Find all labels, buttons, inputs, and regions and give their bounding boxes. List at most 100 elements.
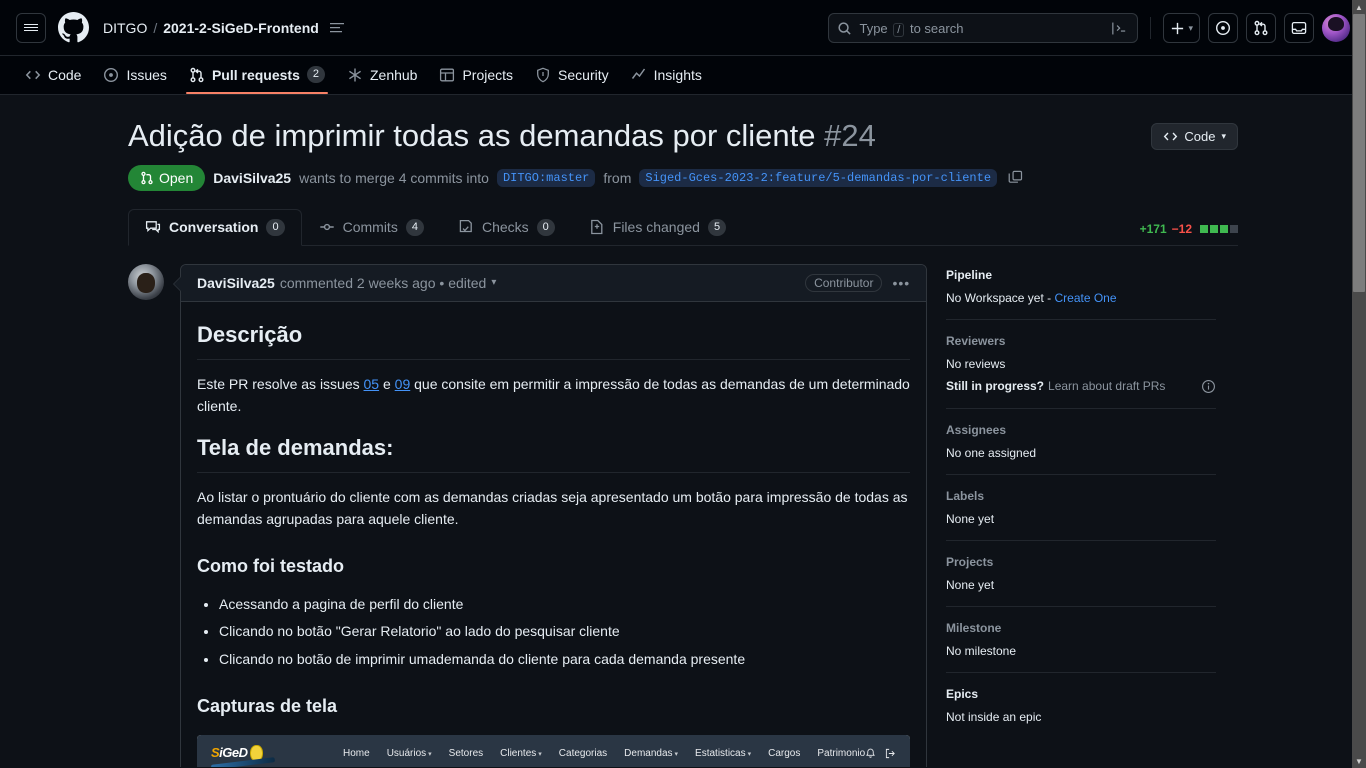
- breadcrumb-owner[interactable]: DITGO: [103, 20, 147, 36]
- breadcrumb: DITGO / 2021-2-SiGeD-Frontend: [103, 20, 345, 36]
- list-icon[interactable]: [329, 20, 345, 36]
- chevron-down-icon[interactable]: ▾: [491, 277, 496, 288]
- base-branch-chip[interactable]: DITGO:master: [496, 168, 596, 187]
- embedded-screenshot[interactable]: SiGeD Home Usuários▾ Setores Clientes▾: [197, 734, 911, 767]
- inbox-button[interactable]: [1284, 13, 1314, 43]
- tab-code[interactable]: Code: [16, 61, 90, 94]
- search-input[interactable]: Type / to search: [828, 13, 1139, 43]
- avatar[interactable]: [1322, 14, 1350, 42]
- hamburger-icon[interactable]: [16, 12, 46, 43]
- embedded-nav-home[interactable]: Home: [343, 746, 370, 762]
- embedded-nav-cargos[interactable]: Cargos: [768, 746, 800, 762]
- tab-security-label: Security: [558, 67, 609, 83]
- copy-icon[interactable]: [1008, 170, 1023, 185]
- embedded-nav-patrimonio[interactable]: Patrimonio: [817, 746, 865, 762]
- draft-pr-hint: Still in progress?: [946, 379, 1045, 394]
- sidebar-title-epics: Epics: [946, 686, 979, 701]
- tab-checks-count: 0: [536, 218, 555, 236]
- status-badge-label: Open: [159, 169, 194, 186]
- sidebar-title-reviewers[interactable]: Reviewers: [946, 334, 1216, 348]
- create-new-button[interactable]: ▾: [1163, 13, 1200, 43]
- embedded-nav-demandas[interactable]: Demandas ▾: [624, 746, 678, 762]
- breadcrumb-separator: /: [153, 19, 158, 36]
- code-button[interactable]: Code ▾: [1151, 123, 1238, 150]
- issue-link-09[interactable]: 09: [395, 376, 411, 392]
- paragraph-descricao: Este PR resolve as issues 05 e 09 que co…: [197, 375, 910, 414]
- github-logo-icon[interactable]: [58, 12, 89, 43]
- tab-files-changed-count: 5: [707, 218, 727, 236]
- section-heading-tela-demandas: Tela de demandas:: [197, 431, 911, 474]
- scrollbar-up-arrow[interactable]: ▲: [1352, 0, 1366, 14]
- comment-author-avatar[interactable]: [128, 263, 164, 300]
- embedded-nav-usuarios[interactable]: Usuários ▾: [387, 746, 432, 762]
- bell-icon[interactable]: [865, 748, 876, 759]
- test-steps-list: Acessando a pagina de perfil do cliente …: [219, 594, 910, 671]
- comment-timestamp[interactable]: 2 weeks ago: [357, 275, 436, 291]
- tab-files-changed[interactable]: Files changed 5: [572, 209, 743, 246]
- checklist-icon: [458, 219, 474, 235]
- tab-projects[interactable]: Projects: [430, 61, 522, 94]
- sidebar-section-labels: Labels None yet: [946, 489, 1216, 541]
- scrollbar[interactable]: ▲ ▼: [1352, 0, 1366, 768]
- sidebar-title-milestone[interactable]: Milestone: [946, 621, 1216, 635]
- sidebar-title-labels[interactable]: Labels: [946, 489, 1216, 503]
- search-placeholder: Type / to search: [859, 20, 964, 37]
- scrollbar-thumb[interactable]: [1353, 14, 1365, 292]
- kebab-menu-icon[interactable]: •••: [892, 275, 910, 291]
- tab-conversation-label: Conversation: [169, 219, 259, 236]
- diffstat[interactable]: +171 −12: [1140, 222, 1238, 236]
- head-branch-chip[interactable]: Siged-Gces-2023-2:feature/5-demandas-por…: [639, 168, 998, 187]
- git-pull-request-icon: [140, 171, 154, 185]
- tab-conversation[interactable]: Conversation 0: [128, 208, 302, 246]
- diffstat-additions: +171: [1139, 221, 1167, 236]
- section-heading-capturas-de-tela: Capturas de tela: [197, 695, 338, 716]
- pr-author[interactable]: DaviSilva25: [213, 170, 291, 186]
- tab-pull-requests-count: 2: [306, 66, 325, 83]
- list-item: Clicando no botão "Gerar Relatorio" ao l…: [219, 621, 910, 643]
- issue-opened-icon: [103, 67, 119, 83]
- pr-sidebar: Pipeline No Workspace yet - Create One R…: [946, 264, 1216, 767]
- draft-pr-link[interactable]: Learn about draft PRs: [1048, 379, 1165, 393]
- embedded-nav-categorias[interactable]: Categorias: [559, 746, 607, 762]
- tab-insights[interactable]: Insights: [622, 61, 711, 94]
- scrollbar-down-arrow[interactable]: ▼: [1352, 754, 1366, 768]
- sidebar-title-assignees[interactable]: Assignees: [946, 423, 1216, 437]
- tab-files-changed-label: Files changed: [612, 219, 700, 236]
- comment-author-name[interactable]: DaviSilva25: [197, 275, 275, 291]
- tab-zenhub[interactable]: Zenhub: [338, 61, 426, 94]
- tab-checks[interactable]: Checks 0: [441, 209, 572, 246]
- sidebar-title-projects[interactable]: Projects: [946, 555, 1216, 569]
- breadcrumb-repo[interactable]: 2021-2-SiGeD-Frontend: [163, 20, 319, 36]
- tab-code-label: Code: [48, 67, 82, 83]
- sign-out-icon[interactable]: [885, 748, 896, 759]
- plus-icon: [1170, 21, 1185, 36]
- embedded-nav-icons: [865, 748, 896, 759]
- comment-header-actions: Contributor •••: [805, 273, 910, 292]
- issue-link-05[interactable]: 05: [364, 376, 380, 392]
- info-icon[interactable]: [1201, 379, 1216, 394]
- chevron-down-icon: ▾: [1188, 22, 1193, 33]
- sidebar-title-pipeline: Pipeline: [946, 267, 993, 282]
- tab-checks-label: Checks: [481, 219, 529, 236]
- timeline-column: DaviSilva25 commented 2 weeks ago • edit…: [128, 263, 928, 767]
- pr-number: #24: [824, 118, 876, 153]
- tab-commits[interactable]: Commits 4: [302, 209, 441, 246]
- embedded-nav-estatisticas[interactable]: Estatisticas ▾: [695, 746, 751, 762]
- tab-projects-label: Projects: [462, 67, 514, 83]
- comment-edited[interactable]: edited: [448, 275, 486, 291]
- embedded-nav-clientes[interactable]: Clientes ▾: [500, 746, 542, 762]
- pull-requests-button[interactable]: [1246, 13, 1276, 43]
- tab-issues[interactable]: Issues: [94, 61, 175, 94]
- pr-merge-text: wants to merge 4 commits into: [299, 169, 489, 186]
- zenhub-icon: [347, 67, 363, 83]
- create-workspace-link[interactable]: Create One: [1054, 291, 1116, 305]
- sidebar-value-reviewers: No reviews: [946, 356, 1006, 371]
- command-palette-icon[interactable]: [1112, 21, 1129, 36]
- issues-button[interactable]: [1208, 13, 1238, 43]
- tab-pull-requests[interactable]: Pull requests 2: [180, 60, 334, 94]
- embedded-nav-setores[interactable]: Setores: [449, 746, 483, 762]
- tab-security[interactable]: Security: [526, 61, 618, 94]
- sidebar-value-epics: Not inside an epic: [946, 709, 1042, 724]
- page-title: Adição de imprimir todas as demandas por…: [128, 117, 1151, 156]
- repo-navigation: Code Issues Pull requests 2 Zenhub Proje…: [0, 56, 1366, 95]
